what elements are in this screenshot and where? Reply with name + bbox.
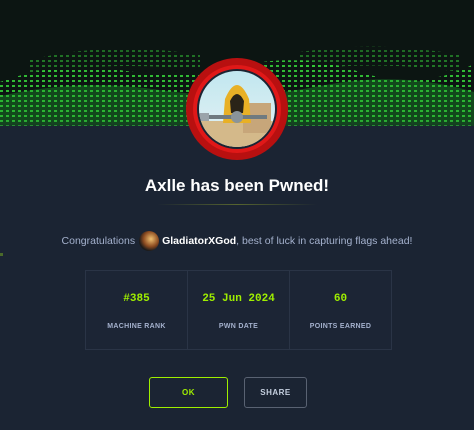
stat-label: MACHINE RANK	[107, 323, 166, 330]
stats-panel: #385 MACHINE RANK 25 Jun 2024 PWN DATE 6…	[85, 270, 392, 350]
stat-pwn-date: 25 Jun 2024 PWN DATE	[188, 271, 290, 349]
stat-label: POINTS EARNED	[309, 323, 372, 330]
edge-marker	[0, 253, 3, 256]
congrats-suffix: , best of luck in capturing flags ahead!	[236, 234, 413, 247]
title-divider	[157, 204, 317, 205]
congrats-message: Congratulations GladiatorXGod, best of lu…	[0, 231, 474, 251]
stat-value: #385	[123, 293, 150, 305]
share-button[interactable]: SHARE	[244, 377, 307, 408]
ok-button[interactable]: OK	[149, 377, 228, 408]
machine-badge-icon	[185, 57, 289, 161]
user-avatar	[139, 231, 160, 251]
stat-value: 25 Jun 2024	[202, 293, 275, 305]
username-link[interactable]: GladiatorXGod	[162, 235, 236, 247]
stat-machine-rank: #385 MACHINE RANK	[86, 271, 188, 349]
congrats-prefix: Congratulations	[61, 234, 136, 247]
stat-points-earned: 60 POINTS EARNED	[290, 271, 391, 349]
stat-value: 60	[333, 293, 348, 305]
pwned-title: Axlle has been Pwned!	[144, 176, 330, 195]
pwned-modal: Axlle has been Pwned! Congratulations Gla…	[0, 0, 474, 430]
stat-label: PWN DATE	[218, 323, 259, 330]
